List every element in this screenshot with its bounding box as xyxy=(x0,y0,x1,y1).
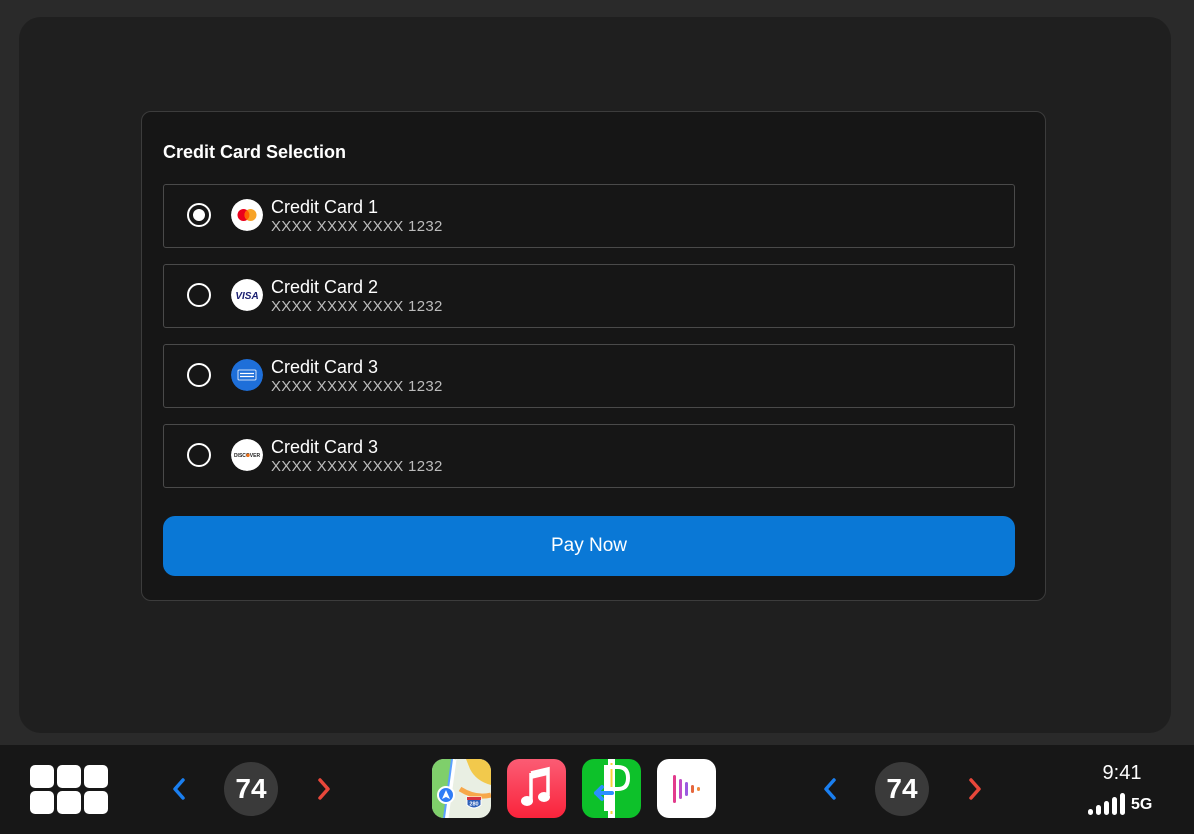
svg-text:VISA: VISA xyxy=(235,291,258,302)
panel-title: Credit Card Selection xyxy=(163,142,347,162)
card-number: XXXX XXXX XXXX 1232 xyxy=(271,218,443,235)
credit-card-panel: Credit Card Selection Credit Card 1 XXXX… xyxy=(141,111,1046,601)
network-label: 5G xyxy=(1131,796,1153,813)
card-option-1[interactable]: Credit Card 1 XXXX XXXX XXXX 1232 xyxy=(163,184,1015,248)
card-name: Credit Card 3 xyxy=(271,437,379,457)
card-option-2[interactable]: VISA Credit Card 2 XXXX XXXX XXXX 1232 xyxy=(163,264,1015,328)
card-name: Credit Card 1 xyxy=(271,197,379,217)
radio-button[interactable] xyxy=(187,443,211,467)
amex-icon xyxy=(231,359,263,391)
chevron-left-icon[interactable] xyxy=(818,773,842,805)
clock: 9:41 xyxy=(1102,762,1142,784)
svg-text:280: 280 xyxy=(469,802,478,808)
card-name: Credit Card 3 xyxy=(271,357,379,377)
chevron-left-icon[interactable] xyxy=(167,773,191,805)
right-temperature[interactable]: 74 xyxy=(875,762,929,816)
left-temperature[interactable]: 74 xyxy=(224,762,278,816)
podcast-app-icon[interactable] xyxy=(657,759,716,818)
dock-bar: 74 280 74 9:41 5G xyxy=(0,745,1194,834)
discover-icon: DISCOVER xyxy=(231,439,263,471)
card-option-3[interactable]: Credit Card 3 XXXX XXXX XXXX 1232 xyxy=(163,344,1015,408)
chevron-right-icon[interactable] xyxy=(312,773,336,805)
radio-button[interactable] xyxy=(187,203,211,227)
maps-app-icon[interactable]: 280 xyxy=(432,759,491,818)
parking-app-icon[interactable] xyxy=(582,759,641,818)
pay-now-button[interactable]: Pay Now xyxy=(163,516,1015,576)
mastercard-icon xyxy=(231,199,263,231)
chevron-right-icon[interactable] xyxy=(963,773,987,805)
card-option-4[interactable]: DISCOVER Credit Card 3 XXXX XXXX XXXX 12… xyxy=(163,424,1015,488)
music-app-icon[interactable] xyxy=(507,759,566,818)
signal-strength-icon xyxy=(1088,793,1125,815)
app-grid-icon[interactable] xyxy=(30,765,110,815)
card-name: Credit Card 2 xyxy=(271,277,379,297)
visa-icon: VISA xyxy=(231,279,263,311)
card-number: XXXX XXXX XXXX 1232 xyxy=(271,458,443,475)
radio-button[interactable] xyxy=(187,363,211,387)
card-number: XXXX XXXX XXXX 1232 xyxy=(271,298,443,315)
main-screen: Credit Card Selection Credit Card 1 XXXX… xyxy=(19,17,1171,733)
card-number: XXXX XXXX XXXX 1232 xyxy=(271,378,443,395)
radio-button[interactable] xyxy=(187,283,211,307)
